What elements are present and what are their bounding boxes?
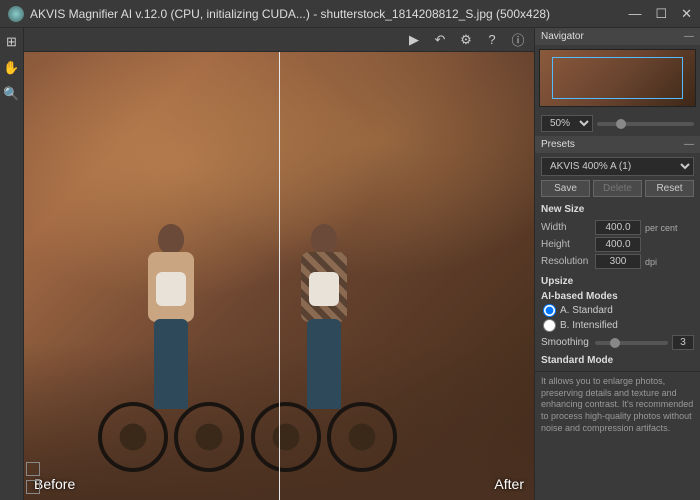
height-label: Height [541, 239, 591, 250]
view-mode-1-icon[interactable] [26, 462, 40, 476]
mode-intensified-radio[interactable] [543, 319, 556, 332]
after-label: After [494, 476, 524, 492]
run-button-icon[interactable]: ▶ [406, 32, 422, 48]
delete-button[interactable]: Delete [593, 180, 642, 197]
window-title: AKVIS Magnifier AI v.12.0 (CPU, initiali… [30, 7, 628, 21]
height-input[interactable] [595, 237, 641, 252]
settings-button-icon[interactable]: ⚙ [458, 32, 474, 48]
before-after-divider[interactable] [279, 52, 280, 500]
resolution-label: Resolution [541, 256, 591, 267]
mode-standard-radio[interactable] [543, 304, 556, 317]
info-button-icon[interactable]: ⓘ [510, 32, 526, 48]
minimize-button[interactable]: — [628, 6, 641, 22]
width-label: Width [541, 222, 591, 233]
preset-select[interactable]: AKVIS 400% A (1) [541, 157, 694, 176]
undo-button-icon[interactable]: ↶ [432, 32, 448, 48]
app-icon [8, 6, 24, 22]
newsize-header: New Size [535, 201, 700, 216]
presets-header: Presets — [535, 136, 700, 153]
smoothing-value: 3 [672, 335, 694, 350]
navigator-tool-icon[interactable]: ⊞ [4, 34, 20, 50]
collapse-icon[interactable]: — [684, 31, 694, 42]
standard-mode-description: It allows you to enlarge photos, preserv… [535, 371, 700, 500]
close-button[interactable]: ✕ [681, 6, 692, 22]
maximize-button[interactable]: ☐ [655, 6, 667, 22]
modes-header: AI-based Modes [535, 288, 700, 303]
mode-standard-label: A. Standard [560, 305, 613, 316]
navigator-thumbnail[interactable] [539, 49, 696, 107]
titlebar: AKVIS Magnifier AI v.12.0 (CPU, initiali… [0, 0, 700, 28]
standard-mode-header: Standard Mode [535, 352, 700, 367]
view-mode-2-icon[interactable] [26, 480, 40, 494]
smoothing-slider[interactable] [595, 341, 668, 345]
hand-tool-icon[interactable]: ✋ [4, 60, 20, 76]
zoom-select[interactable]: 50% [541, 115, 593, 132]
canvas-toolbar: ▶ ↶ ⚙ ? ⓘ [24, 28, 534, 52]
presets-title: Presets [541, 139, 575, 150]
right-panel: Navigator — 50% Presets — AKVIS 400% A (… [534, 28, 700, 500]
left-toolbar: ⊞ ✋ 🔍 [0, 28, 24, 500]
unit-select[interactable]: per cent [645, 223, 678, 233]
navigator-header: Navigator — [535, 28, 700, 45]
collapse-icon[interactable]: — [684, 139, 694, 150]
smoothing-label: Smoothing [541, 337, 591, 348]
mode-intensified-label: B. Intensified [560, 320, 618, 331]
width-input[interactable] [595, 220, 641, 235]
save-button[interactable]: Save [541, 180, 590, 197]
resolution-input[interactable] [595, 254, 641, 269]
help-button-icon[interactable]: ? [484, 32, 500, 48]
before-label: Before [34, 476, 75, 492]
zoom-tool-icon[interactable]: 🔍 [4, 86, 20, 102]
preview-canvas[interactable]: Before After [24, 52, 534, 500]
zoom-slider[interactable] [597, 122, 694, 126]
upsize-header: Upsize [535, 273, 700, 288]
navigator-title: Navigator [541, 31, 584, 42]
dpi-label: dpi [645, 257, 657, 267]
reset-button[interactable]: Reset [645, 180, 694, 197]
